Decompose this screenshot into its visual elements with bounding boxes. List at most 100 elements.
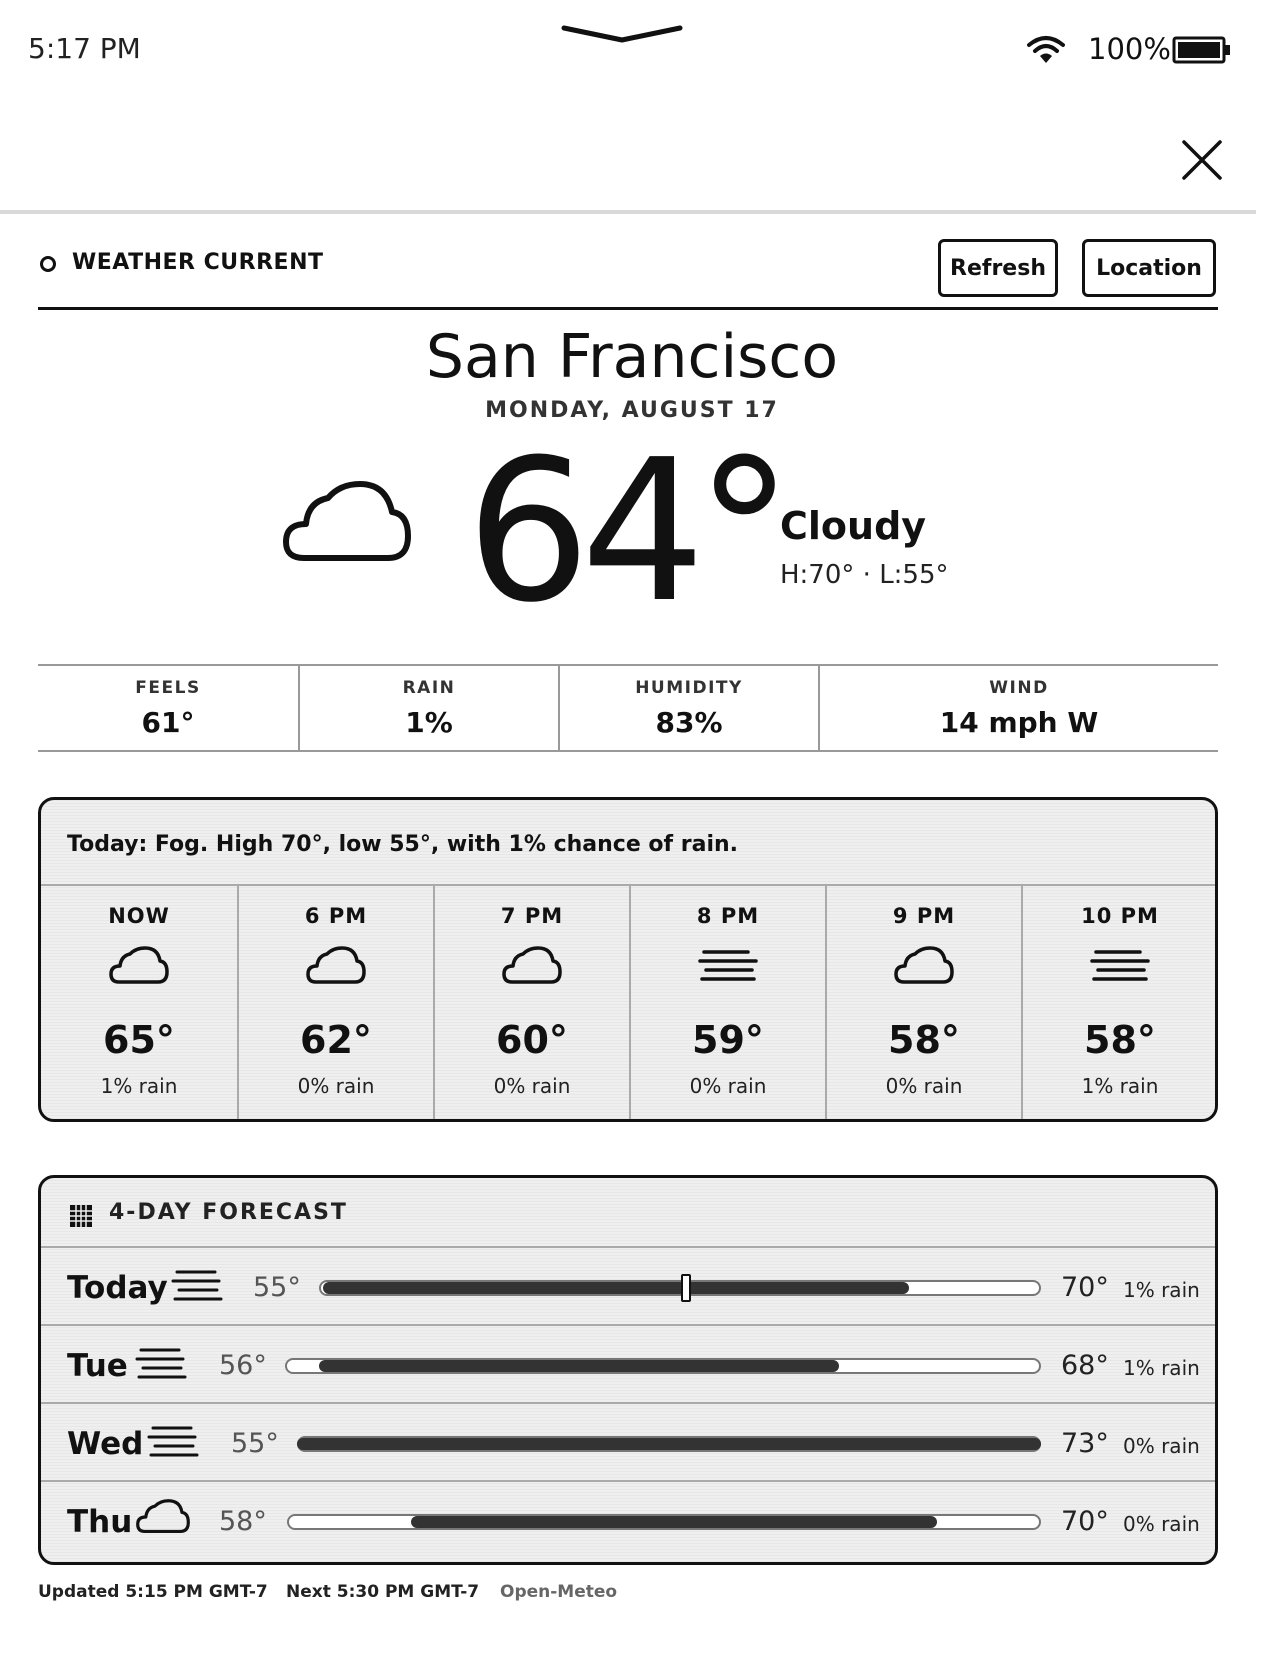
cloud-icon xyxy=(894,946,954,984)
temp-range-fill xyxy=(297,1438,1041,1450)
day-name: Today xyxy=(67,1270,168,1306)
stat-value: 14 mph W xyxy=(939,706,1099,739)
hour-column: 7 PM 60° 0% rain xyxy=(433,886,629,1119)
current-temp-marker xyxy=(681,1274,691,1302)
stat-label: WIND xyxy=(989,678,1049,698)
hour-temperature: 58° xyxy=(1084,1018,1156,1062)
cloud-icon xyxy=(306,946,366,984)
day-rain: 1% rain xyxy=(1123,1278,1200,1302)
hour-column: 10 PM 58° 1% rain xyxy=(1021,886,1215,1119)
day-high: 68° xyxy=(1061,1350,1109,1381)
day-name: Tue xyxy=(67,1348,128,1384)
hour-rain: 1% rain xyxy=(100,1074,178,1098)
stat-humidity: HUMIDITY 83% xyxy=(558,666,818,750)
hour-temperature: 62° xyxy=(300,1018,372,1062)
stats-row: FEELS 61° RAIN 1% HUMIDITY 83% WIND 14 m… xyxy=(38,664,1218,752)
next-update-time: Next 5:30 PM GMT-7 xyxy=(286,1582,480,1602)
day-low: 55° xyxy=(231,1428,279,1459)
fog-icon xyxy=(698,950,758,981)
stat-value: 1% xyxy=(405,706,453,739)
hour-rain: 1% rain xyxy=(1081,1074,1159,1098)
hour-temperature: 58° xyxy=(888,1018,960,1062)
day-rain: 0% rain xyxy=(1123,1512,1200,1536)
day-row: Wed 55° 73° 0% rain xyxy=(41,1402,1215,1480)
hour-temperature: 65° xyxy=(103,1018,175,1062)
wifi-icon xyxy=(1027,36,1065,63)
day-high: 70° xyxy=(1061,1272,1109,1303)
temp-range-fill xyxy=(411,1516,937,1528)
daily-header: 4-DAY FORECAST xyxy=(41,1178,1215,1246)
status-time: 5:17 PM xyxy=(28,32,141,65)
fog-icon xyxy=(135,1348,187,1379)
stat-label: FEELS xyxy=(135,678,201,698)
stat-value: 61° xyxy=(141,706,195,739)
stat-value: 83% xyxy=(655,706,723,739)
status-bar: 5:17 PM 100% xyxy=(0,0,1264,100)
hourly-forecast-card: Today: Fog. High 70°, low 55°, with 1% c… xyxy=(38,797,1218,1122)
hour-column: NOW 65° 1% rain xyxy=(41,886,237,1119)
day-row: Tue 56° 68° 1% rain xyxy=(41,1324,1215,1402)
daily-title: 4-DAY FORECAST xyxy=(109,1200,348,1225)
hour-rain: 0% rain xyxy=(885,1074,963,1098)
hour-column: 6 PM 62° 0% rain xyxy=(237,886,433,1119)
today-summary: Today: Fog. High 70°, low 55°, with 1% c… xyxy=(67,832,738,857)
fog-icon xyxy=(147,1426,199,1457)
day-name: Wed xyxy=(67,1426,144,1462)
hour-label: 9 PM xyxy=(892,904,956,928)
cloud-icon xyxy=(283,481,411,561)
day-rain: 0% rain xyxy=(1123,1434,1200,1458)
calendar-grid-icon xyxy=(70,1205,92,1227)
stat-label: HUMIDITY xyxy=(635,678,743,698)
status-dot-icon xyxy=(40,256,56,272)
stat-label: RAIN xyxy=(402,678,456,698)
hour-label: 6 PM xyxy=(304,904,368,928)
hour-label: 10 PM xyxy=(1081,904,1159,928)
battery-full-icon xyxy=(1172,36,1230,64)
hour-temperature: 59° xyxy=(692,1018,764,1062)
hour-rain: 0% rain xyxy=(689,1074,767,1098)
current-temperature: 64° xyxy=(466,418,793,646)
close-icon[interactable] xyxy=(1180,138,1224,182)
day-high: 73° xyxy=(1061,1428,1109,1459)
stat-feels: FEELS 61° xyxy=(38,666,298,750)
cloud-icon xyxy=(109,946,169,984)
refresh-button[interactable]: Refresh xyxy=(938,239,1058,297)
day-row: Thu 58° 70° 0% rain xyxy=(41,1480,1215,1558)
current-condition: Cloudy xyxy=(780,504,927,548)
app-title: WEATHER CURRENT xyxy=(72,250,324,275)
hour-rain: 0% rain xyxy=(493,1074,571,1098)
data-source: Open-Meteo xyxy=(500,1582,618,1602)
cloud-icon xyxy=(502,946,562,984)
cloud-icon xyxy=(136,1499,190,1534)
day-low: 55° xyxy=(253,1272,301,1303)
hour-column: 9 PM 58° 0% rain xyxy=(825,886,1021,1119)
day-rain: 1% rain xyxy=(1123,1356,1200,1380)
pull-down-handle-icon[interactable] xyxy=(560,18,684,46)
day-name: Thu xyxy=(67,1504,133,1540)
battery-percentage: 100% xyxy=(1088,32,1171,66)
high-low: H:70° · L:55° xyxy=(780,560,949,590)
updated-time: Updated 5:15 PM GMT-7 xyxy=(38,1582,268,1602)
location-button[interactable]: Location xyxy=(1082,239,1216,297)
stat-rain: RAIN 1% xyxy=(298,666,558,750)
hour-temperature: 60° xyxy=(496,1018,568,1062)
day-low: 58° xyxy=(219,1506,267,1537)
day-low: 56° xyxy=(219,1350,267,1381)
daily-forecast-card: 4-DAY FORECAST Today 55° 70° 1% rain Tue… xyxy=(38,1175,1218,1565)
hour-label: 8 PM xyxy=(696,904,760,928)
city-name: San Francisco xyxy=(425,322,839,392)
temp-range-fill xyxy=(323,1282,909,1294)
day-high: 70° xyxy=(1061,1506,1109,1537)
fog-icon xyxy=(1090,950,1150,981)
top-divider xyxy=(0,210,1256,214)
temp-range-fill xyxy=(319,1360,839,1372)
stat-wind: WIND 14 mph W xyxy=(818,666,1218,750)
app-header: WEATHER CURRENT Refresh Location xyxy=(38,236,1218,308)
day-row: Today 55° 70° 1% rain xyxy=(41,1246,1215,1324)
hour-label: NOW xyxy=(108,904,170,928)
header-divider xyxy=(38,307,1218,310)
hour-label: 7 PM xyxy=(500,904,564,928)
fog-icon xyxy=(171,1270,223,1301)
hour-rain: 0% rain xyxy=(297,1074,375,1098)
hour-column: 8 PM 59° 0% rain xyxy=(629,886,825,1119)
